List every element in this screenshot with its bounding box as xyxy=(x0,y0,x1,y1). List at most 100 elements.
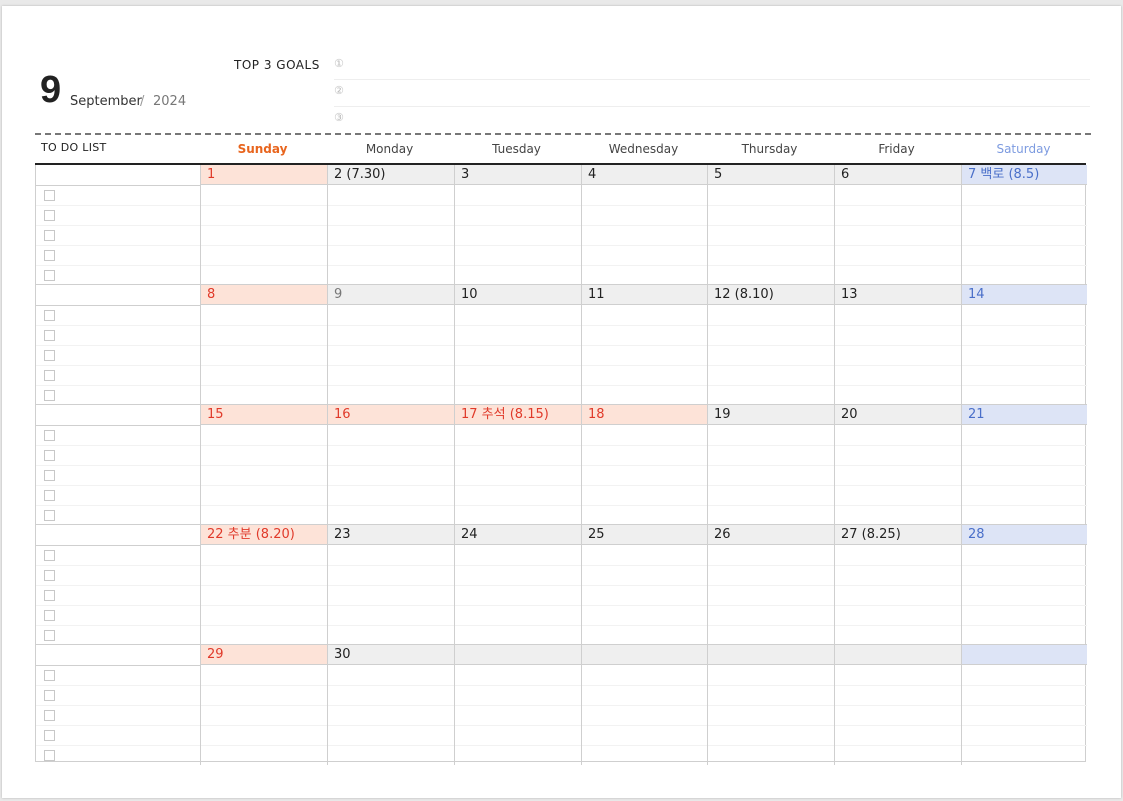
checkbox-icon[interactable] xyxy=(44,690,55,701)
checkbox-icon[interactable] xyxy=(44,210,55,221)
day-rule xyxy=(455,745,581,746)
checkbox-icon[interactable] xyxy=(44,310,55,321)
checkbox-icon[interactable] xyxy=(44,630,55,641)
checkbox-icon[interactable] xyxy=(44,250,55,261)
day-rule xyxy=(962,625,1087,626)
checkbox-icon[interactable] xyxy=(44,570,55,581)
day-cell[interactable]: 21 xyxy=(961,405,1087,525)
day-cell[interactable]: 22 추분 (8.20) xyxy=(200,525,327,645)
day-cell[interactable]: 29 xyxy=(200,645,327,765)
checkbox-icon[interactable] xyxy=(44,330,55,341)
todo-row[interactable] xyxy=(36,445,200,466)
day-cell[interactable]: 13 xyxy=(834,285,961,405)
day-cell[interactable]: 18 xyxy=(581,405,708,525)
day-rule xyxy=(455,605,581,606)
todo-row[interactable] xyxy=(36,605,200,626)
checkbox-icon[interactable] xyxy=(44,450,55,461)
todo-row[interactable] xyxy=(36,185,200,206)
day-cell[interactable]: 4 xyxy=(581,165,708,285)
day-cell[interactable]: 24 xyxy=(454,525,581,645)
todo-row[interactable] xyxy=(36,685,200,706)
checkbox-icon[interactable] xyxy=(44,590,55,601)
todo-row[interactable] xyxy=(36,325,200,346)
todo-row[interactable] xyxy=(36,205,200,226)
checkbox-icon[interactable] xyxy=(44,430,55,441)
todo-row[interactable] xyxy=(36,225,200,246)
day-rule xyxy=(708,565,834,566)
day-label: 2 (7.30) xyxy=(328,165,454,185)
todo-row[interactable] xyxy=(36,385,200,405)
day-cell[interactable]: 16 xyxy=(327,405,454,525)
day-cell[interactable] xyxy=(961,645,1087,765)
checkbox-icon[interactable] xyxy=(44,490,55,501)
day-rule xyxy=(201,245,327,246)
todo-row[interactable] xyxy=(36,625,200,645)
todo-row[interactable] xyxy=(36,505,200,525)
todo-row[interactable] xyxy=(36,705,200,726)
checkbox-icon[interactable] xyxy=(44,730,55,741)
checkbox-icon[interactable] xyxy=(44,390,55,401)
day-cell[interactable]: 3 xyxy=(454,165,581,285)
day-cell[interactable] xyxy=(581,645,708,765)
day-cell[interactable]: 19 xyxy=(707,405,834,525)
day-cell[interactable]: 26 xyxy=(707,525,834,645)
day-cell[interactable]: 17 추석 (8.15) xyxy=(454,405,581,525)
day-cell[interactable]: 30 xyxy=(327,645,454,765)
checkbox-icon[interactable] xyxy=(44,350,55,361)
day-cell[interactable]: 2 (7.30) xyxy=(327,165,454,285)
todo-row[interactable] xyxy=(36,545,200,566)
day-cell[interactable]: 25 xyxy=(581,525,708,645)
checkbox-icon[interactable] xyxy=(44,550,55,561)
day-cell[interactable]: 10 xyxy=(454,285,581,405)
day-cell[interactable] xyxy=(834,645,961,765)
todo-row[interactable] xyxy=(36,665,200,686)
day-cell[interactable]: 11 xyxy=(581,285,708,405)
day-rule xyxy=(835,585,961,586)
todo-row[interactable] xyxy=(36,425,200,446)
goal-line-1[interactable]: ① xyxy=(334,52,1090,80)
day-cell[interactable]: 6 xyxy=(834,165,961,285)
checkbox-icon[interactable] xyxy=(44,670,55,681)
checkbox-icon[interactable] xyxy=(44,750,55,761)
day-cell[interactable]: 1 xyxy=(200,165,327,285)
day-cell[interactable]: 7 백로 (8.5) xyxy=(961,165,1087,285)
day-cell[interactable]: 9 xyxy=(327,285,454,405)
day-rule xyxy=(201,505,327,506)
day-cell[interactable] xyxy=(707,645,834,765)
todo-row[interactable] xyxy=(36,365,200,386)
day-cell[interactable]: 28 xyxy=(961,525,1087,645)
todo-row[interactable] xyxy=(36,305,200,326)
day-rule xyxy=(962,345,1087,346)
day-cell[interactable]: 12 (8.10) xyxy=(707,285,834,405)
todo-row[interactable] xyxy=(36,725,200,746)
goal-line-2[interactable]: ② xyxy=(334,79,1090,107)
day-cell[interactable] xyxy=(454,645,581,765)
day-cell[interactable]: 20 xyxy=(834,405,961,525)
checkbox-icon[interactable] xyxy=(44,470,55,481)
checkbox-icon[interactable] xyxy=(44,230,55,241)
todo-row[interactable] xyxy=(36,745,200,765)
todo-row[interactable] xyxy=(36,585,200,606)
checkbox-icon[interactable] xyxy=(44,710,55,721)
todo-row[interactable] xyxy=(36,345,200,366)
todo-row[interactable] xyxy=(36,265,200,285)
checkbox-icon[interactable] xyxy=(44,370,55,381)
day-cell[interactable]: 5 xyxy=(707,165,834,285)
day-rule xyxy=(328,345,454,346)
todo-row[interactable] xyxy=(36,245,200,266)
todo-row[interactable] xyxy=(36,465,200,486)
day-cell[interactable]: 8 xyxy=(200,285,327,405)
checkbox-icon[interactable] xyxy=(44,190,55,201)
goal-line-3[interactable]: ③ xyxy=(334,106,1090,133)
day-cell[interactable]: 15 xyxy=(200,405,327,525)
todo-row[interactable] xyxy=(36,565,200,586)
week-row: 22 추분 (8.20) 23 24 25 26 27 (8.25) 28 xyxy=(36,525,1087,645)
weekday-header-friday: Friday xyxy=(878,142,915,156)
day-cell[interactable]: 27 (8.25) xyxy=(834,525,961,645)
todo-row[interactable] xyxy=(36,485,200,506)
day-cell[interactable]: 23 xyxy=(327,525,454,645)
checkbox-icon[interactable] xyxy=(44,610,55,621)
checkbox-icon[interactable] xyxy=(44,510,55,521)
checkbox-icon[interactable] xyxy=(44,270,55,281)
day-cell[interactable]: 14 xyxy=(961,285,1087,405)
